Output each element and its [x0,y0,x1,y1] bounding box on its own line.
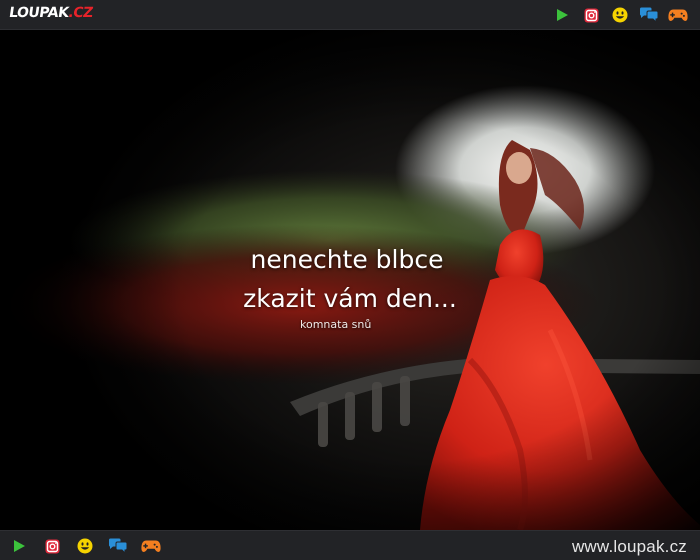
image-credit: komnata snů [300,318,372,331]
bottom-icon-group [9,536,174,556]
top-icon-group [543,5,688,25]
site-logo[interactable]: LOUPAK .CZ [8,5,94,21]
play-icon[interactable] [9,536,29,556]
quote-line-2: zkazit vám den... [243,284,457,313]
bottom-bar: www.loupak.cz [0,530,700,560]
logo-main-text: LOUPAK [7,5,70,21]
smiley-icon[interactable] [75,536,95,556]
smiley-icon[interactable] [610,5,630,25]
gamepad-icon[interactable] [668,5,688,25]
chat-icon[interactable] [639,5,659,25]
quote-line-1: nenechte blbce [250,245,444,274]
play-icon[interactable] [552,5,572,25]
gamepad-icon[interactable] [141,536,161,556]
scene-artwork [0,30,700,530]
instagram-icon[interactable] [42,536,62,556]
top-bar: LOUPAK .CZ [0,0,700,30]
logo-ext-text: .CZ [67,5,94,21]
site-url[interactable]: www.loupak.cz [572,537,687,557]
instagram-icon[interactable] [581,5,601,25]
chat-icon[interactable] [108,536,128,556]
main-image: nenechte blbce zkazit vám den... komnata… [0,30,700,530]
